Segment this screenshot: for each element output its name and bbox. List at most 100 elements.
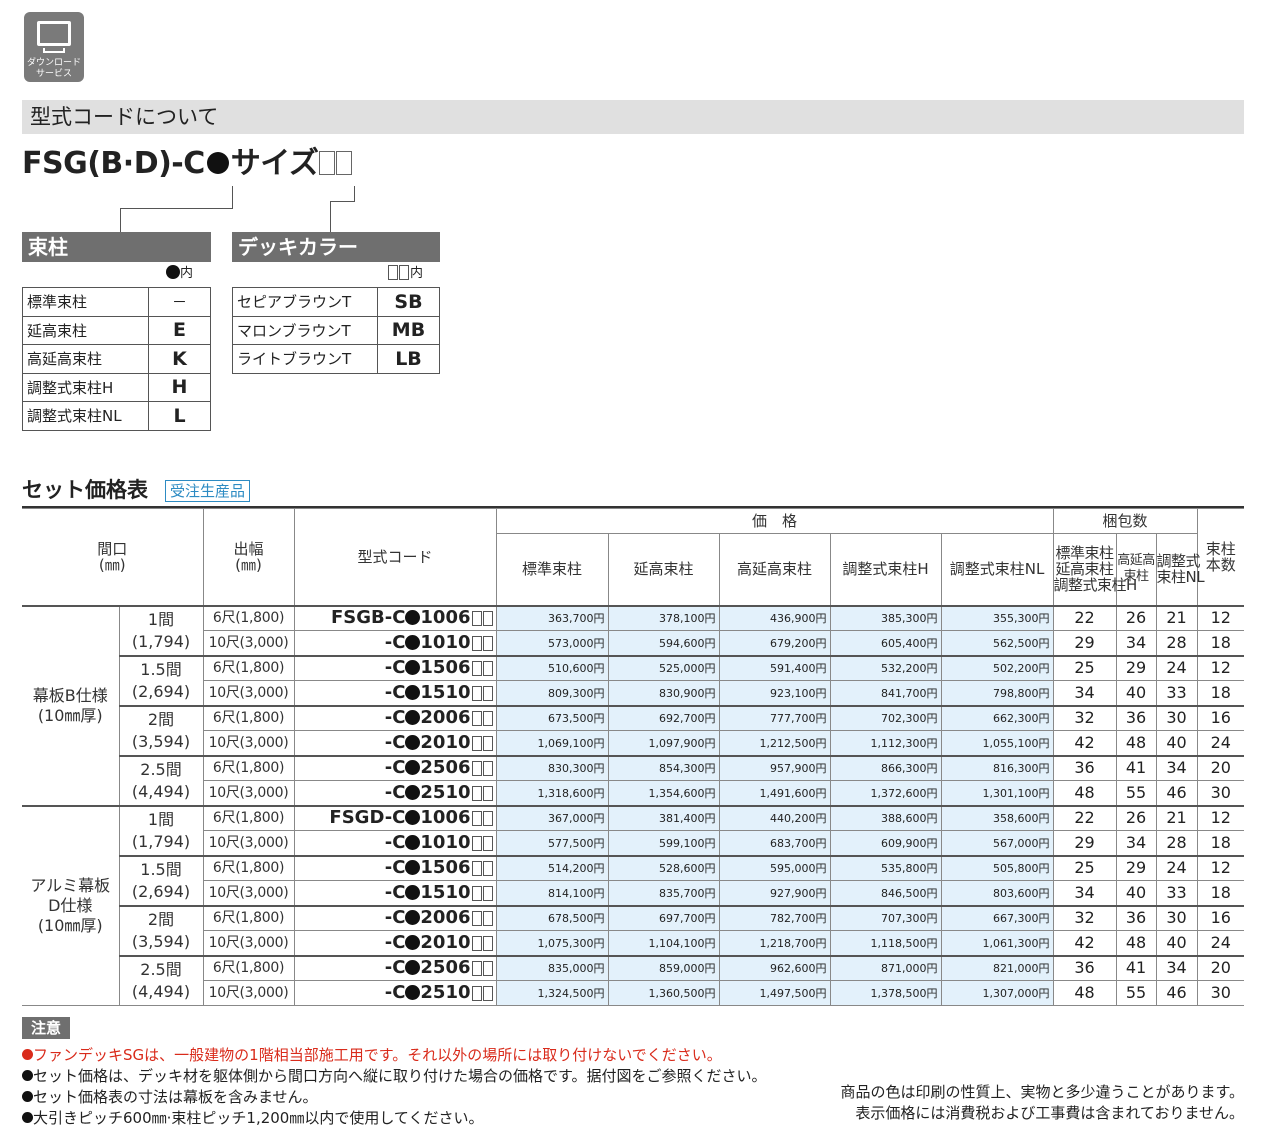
width-cell: 6尺(1,800)	[202, 604, 295, 631]
connector-line	[354, 186, 355, 202]
price-cell: 667,300円	[940, 904, 1054, 931]
width-cell: 10尺(3,000)	[202, 880, 295, 906]
table-row: 10尺(3,000) -C 1510 809,300円 830,900円 923,100円…	[22, 680, 1245, 706]
color-box-icon	[482, 986, 493, 1001]
width-cell: 6尺(1,800)	[202, 854, 295, 881]
price-cell: 1,354,600円	[607, 780, 720, 806]
pillar-note: 内	[166, 265, 193, 282]
yen-unit: 円	[926, 862, 938, 876]
package-count: 34	[1052, 680, 1117, 706]
package-count: 40	[1155, 730, 1198, 756]
notes-header: 注意	[22, 1017, 70, 1039]
yen-unit: 円	[1038, 736, 1050, 750]
pillar-count: 18	[1196, 830, 1245, 856]
table-row: 2.5間 (4,494) 6尺(1,800) -C 2506 830,300円 854,30…	[22, 754, 1245, 806]
price-value: 1,301,100	[982, 786, 1039, 800]
price-value: 667,300	[993, 912, 1039, 926]
color-box-icon	[399, 265, 409, 280]
size-mm: (1,794)	[131, 631, 191, 651]
code-prefix: -C	[384, 957, 406, 979]
yen-unit: 円	[593, 862, 605, 876]
price-value: 1,104,100	[648, 936, 705, 950]
download-service-button[interactable]: ダウンロード サービス	[24, 12, 84, 82]
price-value: 866,300	[881, 762, 927, 776]
yen-unit: 円	[1038, 636, 1050, 650]
model-code-cell: -C 2006	[293, 704, 497, 731]
package-count: 46	[1155, 980, 1198, 1006]
spec-cell: 幕板B仕様 (10㎜厚)	[22, 604, 120, 806]
yen-unit: 円	[926, 812, 938, 826]
price-cell: 816,300円	[940, 754, 1054, 781]
price-value: 821,000	[993, 962, 1039, 976]
price-value: 532,200	[881, 662, 927, 676]
color-box-icon	[471, 785, 482, 801]
model-code-cell: -C 2010	[293, 930, 497, 956]
connector-line	[120, 208, 121, 232]
pillar-dot-icon	[405, 960, 421, 976]
right-note: 表示価格には消費税および工事費は含まれておりません。	[855, 1104, 1244, 1122]
yen-unit: 円	[815, 912, 827, 926]
price-value: 678,500	[548, 912, 594, 926]
price-cell: 859,000円	[607, 954, 720, 981]
connector-line	[330, 201, 355, 202]
pillar-dot-icon	[405, 784, 421, 800]
yen-unit: 円	[1038, 886, 1050, 900]
red-bullet-icon	[22, 1049, 33, 1060]
width-cell: 10尺(3,000)	[202, 680, 295, 706]
pillar-dot-icon	[405, 910, 421, 926]
code-number: 1010	[420, 631, 471, 653]
code-prefix: -C	[384, 631, 406, 653]
width-cell: 6尺(1,800)	[202, 754, 295, 781]
price-value: 436,900	[770, 612, 816, 626]
package-count: 36	[1115, 904, 1157, 931]
price-value: 594,600	[659, 636, 705, 650]
code-number: 2006	[420, 907, 471, 929]
pillar-dot-icon	[405, 710, 421, 726]
deck-color-table: セピアブラウンT SB マロンブラウンT MB ライトブラウンT LB	[232, 287, 440, 374]
code-prefix: -C	[384, 681, 406, 703]
right-note: 商品の色は印刷の性質上、実物と多少違うことがあります。	[840, 1083, 1244, 1101]
yen-unit: 円	[704, 836, 716, 850]
price-cell: 1,378,500円	[829, 980, 942, 1006]
code-prefix: -C	[384, 831, 406, 853]
pillar-dot-icon	[405, 684, 421, 700]
price-table-title: セット価格表	[22, 478, 148, 502]
made-to-order-tag: 受注生産品	[165, 480, 251, 502]
color-box-icon	[471, 635, 482, 651]
color-placeholder-box-icon	[336, 151, 353, 175]
color-box-icon	[482, 861, 493, 877]
price-cell: 1,104,100円	[607, 930, 720, 956]
bullet-icon	[22, 1070, 33, 1081]
price-value: 782,700	[770, 912, 816, 926]
model-code-cell: -C 1010	[293, 830, 497, 856]
pillar-count: 18	[1196, 680, 1245, 706]
deck-color-name: ライトブラウンT	[232, 344, 378, 374]
pillar-count: 24	[1196, 930, 1245, 956]
header-price: 価 格	[495, 508, 1054, 534]
spec-label: D仕様	[48, 895, 93, 915]
price-value: 841,700	[881, 686, 927, 700]
yen-unit: 円	[593, 912, 605, 926]
price-value: 367,000	[548, 812, 594, 826]
price-value: 957,900	[770, 762, 816, 776]
price-cell: 591,400円	[718, 654, 831, 681]
spec-cell: アルミ幕板 D仕様 (10㎜厚)	[22, 804, 120, 1006]
yen-unit: 円	[815, 662, 827, 676]
pillar-dot-icon	[405, 634, 421, 650]
price-value: 1,212,500	[759, 736, 816, 750]
color-box-icon	[471, 986, 482, 1001]
price-value: 567,000	[993, 836, 1039, 850]
pillar-dot-icon	[405, 884, 421, 900]
yen-unit: 円	[704, 662, 716, 676]
pillar-name: 延高束柱	[22, 315, 149, 345]
package-count: 36	[1052, 754, 1117, 781]
yen-unit: 円	[815, 712, 827, 726]
price-value: 1,118,500	[870, 936, 927, 950]
price-value: 510,600	[548, 662, 594, 676]
package-count: 42	[1052, 930, 1117, 956]
price-cell: 505,800円	[940, 854, 1054, 881]
package-count: 36	[1115, 704, 1157, 731]
price-cell: 609,900円	[829, 830, 942, 856]
code-prefix: -C	[384, 731, 406, 753]
color-box-icon	[471, 911, 482, 927]
